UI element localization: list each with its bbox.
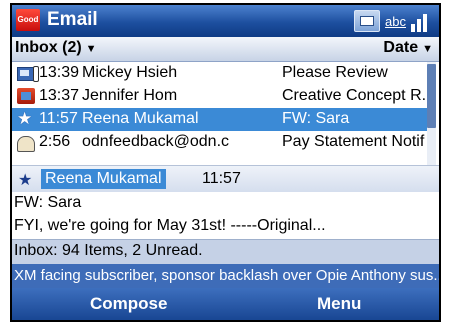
phone-screen: Good Email abc Inbox (2) ▼ Date ▼ 13:39 …: [10, 3, 441, 322]
preview-sender[interactable]: Reena Mukamal: [41, 169, 166, 189]
chevron-down-icon: ▼: [85, 43, 97, 55]
chevron-down-icon: ▼: [422, 43, 433, 55]
softkey-bar: Compose Menu: [12, 288, 439, 320]
good-logo-icon: Good: [16, 9, 40, 31]
message-list[interactable]: 13:39 Mickey Hsieh Please Review 13:37 J…: [12, 62, 439, 165]
preview-header: ★ Reena Mukamal 11:57: [12, 166, 439, 192]
folder-label: Inbox (2): [15, 39, 82, 56]
ticker-text: XM facing subscriber, sponsor backlash o…: [14, 267, 439, 284]
news-ticker[interactable]: XM facing subscriber, sponsor backlash o…: [12, 264, 439, 288]
scrollbar-thumb[interactable]: [427, 64, 436, 128]
message-sender: Reena Mukamal: [82, 110, 199, 127]
message-sender: Mickey Hsieh: [82, 64, 178, 81]
screenshot-frame: Good Email abc Inbox (2) ▼ Date ▼ 13:39 …: [0, 0, 451, 325]
message-sender: odnfeedback@odn.c: [82, 133, 230, 150]
message-row[interactable]: 2:56 odnfeedback@odn.c Pay Statement Not…: [12, 131, 428, 154]
signal-strength-icon: [411, 10, 433, 32]
message-time: 2:56: [39, 133, 71, 150]
folder-dropdown[interactable]: Inbox (2) ▼: [15, 39, 97, 57]
partial-message-icon: [17, 134, 37, 152]
star-icon: ★: [18, 172, 33, 189]
meeting-request-icon: [17, 88, 37, 105]
message-sender: Jennifer Hom: [82, 87, 178, 104]
message-time: 11:57: [39, 110, 78, 127]
message-subject: Pay Statement Notif: [282, 133, 425, 150]
envelope-attachment-icon: [17, 65, 39, 82]
star-icon: ★: [17, 109, 33, 128]
status-icons: abc: [354, 9, 433, 33]
preview-time: 11:57: [202, 170, 241, 187]
input-mode-label: abc: [385, 13, 406, 29]
message-subject: Creative Concept R...: [282, 87, 435, 104]
message-time: 13:37: [39, 87, 80, 104]
message-row-selected[interactable]: ★ 11:57 Reena Mukamal FW: Sara: [12, 108, 428, 131]
sort-dropdown[interactable]: Date ▼: [383, 39, 433, 57]
scrollbar[interactable]: [427, 62, 436, 165]
inbox-summary: Inbox: 94 Items, 2 Unread.: [14, 242, 203, 259]
sort-label: Date: [383, 39, 419, 56]
message-row[interactable]: 13:39 Mickey Hsieh Please Review: [12, 62, 428, 85]
new-message-icon: [354, 10, 381, 32]
message-time: 13:39: [39, 64, 80, 81]
inbox-status-bar: Inbox: 94 Items, 2 Unread.: [12, 239, 439, 265]
preview-pane[interactable]: ★ Reena Mukamal 11:57 FW: Sara FYI, we'r…: [12, 165, 439, 240]
app-title: Email: [47, 9, 98, 30]
title-bar: Good Email abc: [12, 5, 439, 37]
menu-button[interactable]: Menu: [317, 294, 361, 314]
message-subject: FW: Sara: [282, 110, 350, 127]
preview-subject: FW: Sara: [14, 194, 82, 211]
compose-button[interactable]: Compose: [90, 294, 167, 314]
list-header: Inbox (2) ▼ Date ▼: [12, 37, 439, 62]
message-row[interactable]: 13:37 Jennifer Hom Creative Concept R...: [12, 85, 435, 108]
message-subject: Please Review: [282, 64, 388, 81]
preview-body: FYI, we're going for May 31st! -----Orig…: [14, 217, 326, 234]
